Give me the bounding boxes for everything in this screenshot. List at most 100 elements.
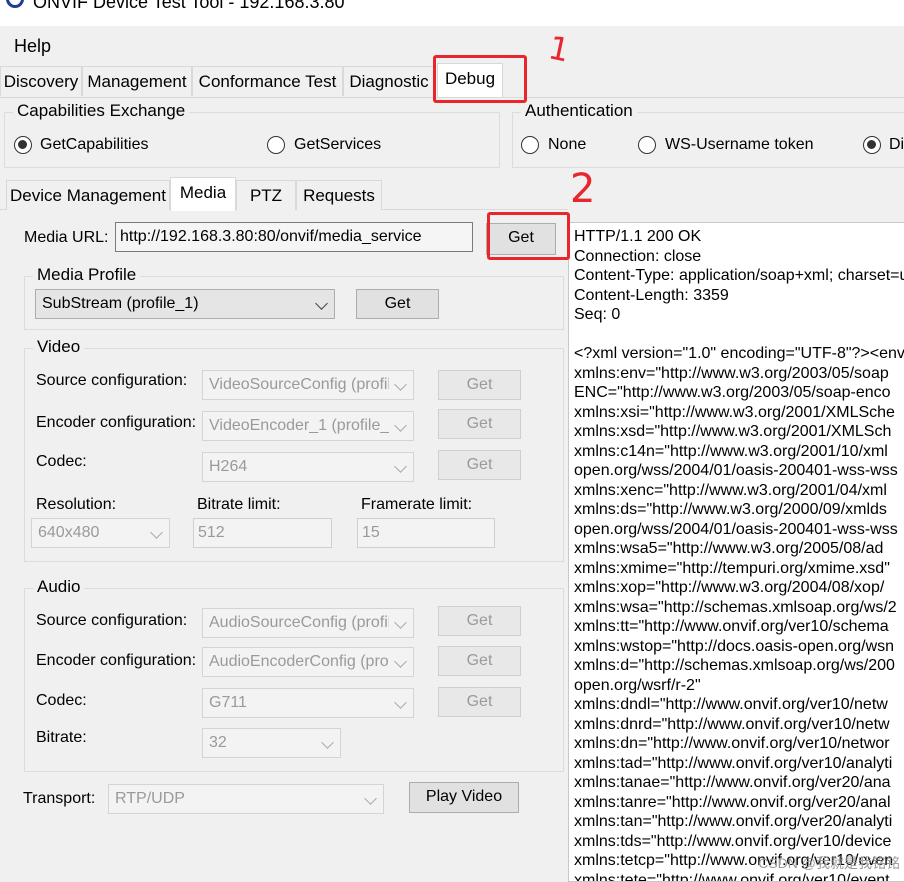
video-legend: Video xyxy=(33,337,84,357)
auth-digest-label[interactable]: Di xyxy=(889,136,904,154)
chevron-down-icon xyxy=(321,736,334,749)
media-profile-value: SubStream (profile_1) xyxy=(42,295,310,313)
resolution-select[interactable]: 640x480 xyxy=(31,518,170,548)
response-line: ENC="http://www.w3.org/2003/05/soap-enco xyxy=(574,383,904,403)
audio-codec-select[interactable]: G711 xyxy=(202,688,414,718)
authentication-legend: Authentication xyxy=(521,101,637,121)
response-line: xmlns:wsa5="http://www.w3.org/2005/08/ad xyxy=(574,539,904,559)
menu-help[interactable]: Help xyxy=(14,36,51,57)
tab-requests[interactable]: Requests xyxy=(296,180,382,210)
bitrate-limit-field[interactable]: 512 xyxy=(193,518,332,548)
title-bar: ONVIF Device Test Tool - 192.168.3.80 xyxy=(0,0,904,26)
radio-getservices[interactable] xyxy=(267,136,285,154)
chevron-down-icon xyxy=(394,460,407,473)
response-line: <?xml version="1.0" encoding="UTF-8"?><e… xyxy=(574,344,904,364)
video-source-config-value: VideoSourceConfig (profil xyxy=(209,376,389,394)
chevron-down-icon xyxy=(315,297,328,310)
annotation-number-2: 2 xyxy=(570,166,595,212)
bitrate-limit-label: Bitrate limit: xyxy=(197,496,281,514)
audio-encoder-config-select[interactable]: AudioEncoderConfig (pro xyxy=(202,647,414,677)
audio-source-config-value: AudioSourceConfig (profil xyxy=(209,614,389,632)
tab-device-management[interactable]: Device Management xyxy=(6,180,170,210)
audio-encoder-config-label: Encoder configuration: xyxy=(36,652,196,670)
audio-bitrate-label: Bitrate: xyxy=(36,729,87,747)
response-line: Seq: 0 xyxy=(574,305,904,325)
tab-ptz[interactable]: PTZ xyxy=(236,180,296,210)
response-line: HTTP/1.1 200 OK xyxy=(574,227,904,247)
radio-ws-username-token[interactable] xyxy=(638,136,656,154)
media-url-field[interactable]: http://192.168.3.80:80/onvif/media_servi… xyxy=(115,222,473,252)
video-encoder-config-label: Encoder configuration: xyxy=(36,414,196,432)
response-line: open.org/wss/2004/01/oasis-200401-wss-ws… xyxy=(574,520,904,540)
response-line: xmlns:dnrd="http://www.onvif.org/ver10/n… xyxy=(574,715,904,735)
response-line: xmlns:tanre="http://www.onvif.org/ver20/… xyxy=(574,793,904,813)
response-line: xmlns:tt="http://www.onvif.org/ver10/sch… xyxy=(574,617,904,637)
response-line: xmlns:wstop="http://docs.oasis-open.org/… xyxy=(574,637,904,657)
app-icon xyxy=(6,0,24,8)
tab-conformance-test[interactable]: Conformance Test xyxy=(192,66,343,96)
video-codec-get-button[interactable]: Get xyxy=(438,450,521,480)
audio-encoder-get-button[interactable]: Get xyxy=(438,646,521,676)
resolution-value: 640x480 xyxy=(38,524,145,542)
chevron-down-icon xyxy=(394,419,407,432)
chevron-down-icon xyxy=(394,655,407,668)
radio-auth-digest[interactable] xyxy=(863,136,881,154)
audio-legend: Audio xyxy=(33,577,84,597)
framerate-limit-field[interactable]: 15 xyxy=(357,518,495,548)
getcapabilities-label[interactable]: GetCapabilities xyxy=(40,136,149,154)
response-line: xmlns:dndl="http://www.onvif.org/ver10/n… xyxy=(574,695,904,715)
response-line xyxy=(574,325,904,345)
audio-bitrate-value: 32 xyxy=(209,734,316,752)
getservices-label[interactable]: GetServices xyxy=(294,136,381,154)
response-line: xmlns:xop="http://www.w3.org/2004/08/xop… xyxy=(574,578,904,598)
response-text-panel[interactable]: HTTP/1.1 200 OK Connection: close Conten… xyxy=(568,222,904,882)
auth-none-label[interactable]: None xyxy=(548,136,586,154)
radio-auth-none[interactable] xyxy=(521,136,539,154)
annotation-box-debug xyxy=(433,55,527,103)
audio-source-config-select[interactable]: AudioSourceConfig (profil xyxy=(202,608,414,638)
response-line: xmlns:c14n="http://www.w3.org/2001/10/xm… xyxy=(574,442,904,462)
capabilities-exchange-legend: Capabilities Exchange xyxy=(13,101,189,121)
audio-codec-get-button[interactable]: Get xyxy=(438,687,521,717)
video-source-config-select[interactable]: VideoSourceConfig (profil xyxy=(202,370,414,400)
media-profile-legend: Media Profile xyxy=(33,265,140,285)
response-line: xmlns:d="http://schemas.xmlsoap.org/ws/2… xyxy=(574,656,904,676)
video-encoder-get-button[interactable]: Get xyxy=(438,409,521,439)
video-source-get-button[interactable]: Get xyxy=(438,370,521,400)
video-codec-label: Codec: xyxy=(36,453,87,471)
media-profile-select[interactable]: SubStream (profile_1) xyxy=(35,289,335,319)
response-line: xmlns:dn="http://www.onvif.org/ver10/net… xyxy=(574,734,904,754)
video-encoder-config-value: VideoEncoder_1 (profile_ xyxy=(209,417,389,435)
response-line: xmlns:xsd="http://www.w3.org/2001/XMLSch xyxy=(574,422,904,442)
video-codec-select[interactable]: H264 xyxy=(202,452,414,482)
audio-bitrate-select[interactable]: 32 xyxy=(202,728,341,758)
transport-value: RTP/UDP xyxy=(115,790,359,808)
video-source-config-label: Source configuration: xyxy=(36,372,187,390)
chevron-down-icon xyxy=(150,526,163,539)
response-line: xmlns:tad="http://www.onvif.org/ver10/an… xyxy=(574,754,904,774)
audio-source-get-button[interactable]: Get xyxy=(438,606,521,636)
response-line: xmlns:tanae="http://www.onvif.org/ver20/… xyxy=(574,773,904,793)
radio-getcapabilities[interactable] xyxy=(14,136,32,154)
audio-codec-value: G711 xyxy=(209,694,389,712)
play-video-button[interactable]: Play Video xyxy=(409,782,519,813)
chevron-down-icon xyxy=(364,792,377,805)
transport-select[interactable]: RTP/UDP xyxy=(108,784,384,814)
audio-source-config-label: Source configuration: xyxy=(36,612,187,630)
video-codec-value: H264 xyxy=(209,458,389,476)
media-profile-get-button[interactable]: Get xyxy=(356,289,439,319)
video-encoder-config-select[interactable]: VideoEncoder_1 (profile_ xyxy=(202,411,414,441)
resolution-label: Resolution: xyxy=(36,496,116,514)
response-line: xmlns:tds="http://www.onvif.org/ver10/de… xyxy=(574,832,904,852)
sub-tab-strip: Device Management Media PTZ Requests xyxy=(0,180,568,210)
response-line: Content-Type: application/soap+xml; char… xyxy=(574,266,904,286)
response-line: xmlns:xsi="http://www.w3.org/2001/XMLSch… xyxy=(574,403,904,423)
tab-discovery[interactable]: Discovery xyxy=(0,66,82,96)
tab-management[interactable]: Management xyxy=(82,66,192,96)
response-line: Content-Length: 3359 xyxy=(574,286,904,306)
ws-username-token-label[interactable]: WS-Username token xyxy=(665,136,814,154)
tab-media[interactable]: Media xyxy=(170,177,236,211)
window-title: ONVIF Device Test Tool - 192.168.3.80 xyxy=(33,0,345,13)
response-line: xmlns:env="http://www.w3.org/2003/05/soa… xyxy=(574,364,904,384)
tab-diagnostic[interactable]: Diagnostic xyxy=(343,66,435,96)
